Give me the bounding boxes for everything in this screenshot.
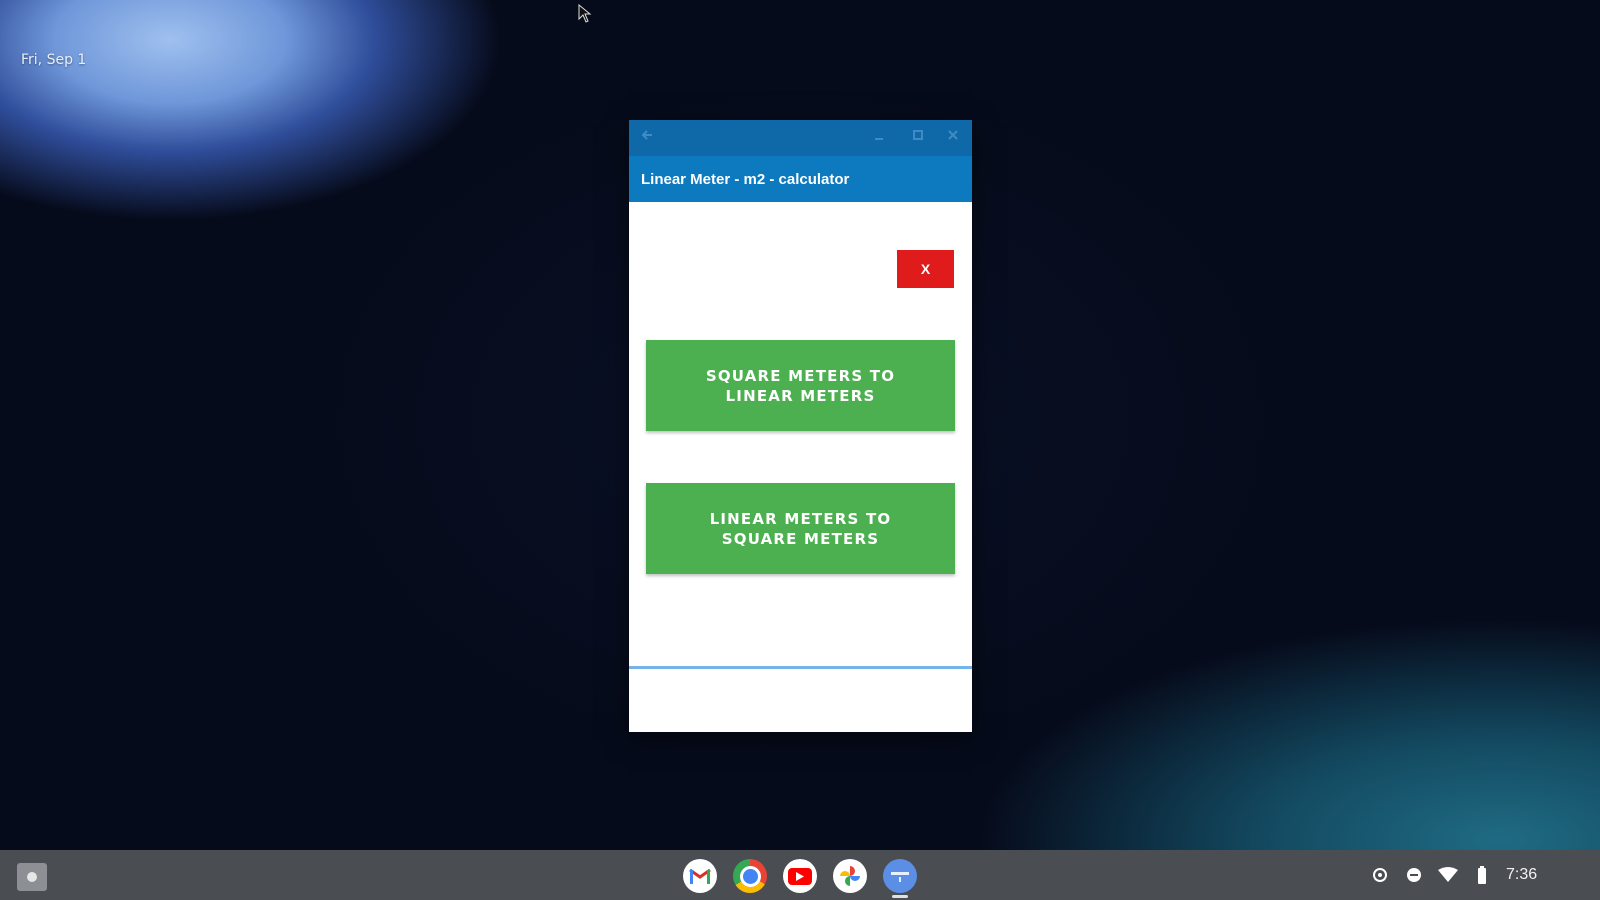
- clock[interactable]: 7:36: [1506, 866, 1537, 884]
- battery-icon[interactable]: [1472, 865, 1492, 885]
- bottom-divider: [629, 666, 972, 669]
- launcher-icon: [27, 872, 37, 882]
- square-to-linear-button[interactable]: SQUARE METERS TO LINEAR METERS: [646, 340, 955, 431]
- chrome-icon[interactable]: [733, 859, 767, 893]
- app-title: Linear Meter - m2 - calculator: [641, 170, 850, 188]
- app-window: Linear Meter - m2 - calculator X SQUARE …: [629, 120, 972, 732]
- calculator-app-icon[interactable]: [883, 859, 917, 893]
- window-caption-bar: [629, 120, 972, 156]
- app-content: X SQUARE METERS TO LINEAR METERS LINEAR …: [629, 202, 972, 732]
- running-indicator: [892, 895, 908, 898]
- do-not-disturb-icon[interactable]: [1404, 865, 1424, 885]
- gear-icon[interactable]: [1370, 865, 1390, 885]
- maximize-icon[interactable]: [908, 128, 928, 148]
- close-button[interactable]: X: [897, 250, 954, 288]
- window-close-icon[interactable]: [943, 128, 963, 148]
- app-bar: Linear Meter - m2 - calculator: [629, 156, 972, 202]
- launcher-button[interactable]: [17, 863, 47, 891]
- youtube-icon[interactable]: [783, 859, 817, 893]
- desktop: Fri, Sep 1 Linear Meter - m2 - calculato…: [0, 0, 1600, 900]
- status-tray[interactable]: 7:36: [1370, 850, 1537, 900]
- photos-icon[interactable]: [833, 859, 867, 893]
- mouse-cursor-icon: [578, 4, 592, 23]
- desktop-date: Fri, Sep 1: [21, 52, 87, 68]
- minimize-icon[interactable]: [869, 128, 889, 148]
- gmail-icon[interactable]: [683, 859, 717, 893]
- linear-to-square-button[interactable]: LINEAR METERS TO SQUARE METERS: [646, 483, 955, 574]
- wifi-icon[interactable]: [1438, 865, 1458, 885]
- back-arrow-icon[interactable]: [637, 128, 657, 148]
